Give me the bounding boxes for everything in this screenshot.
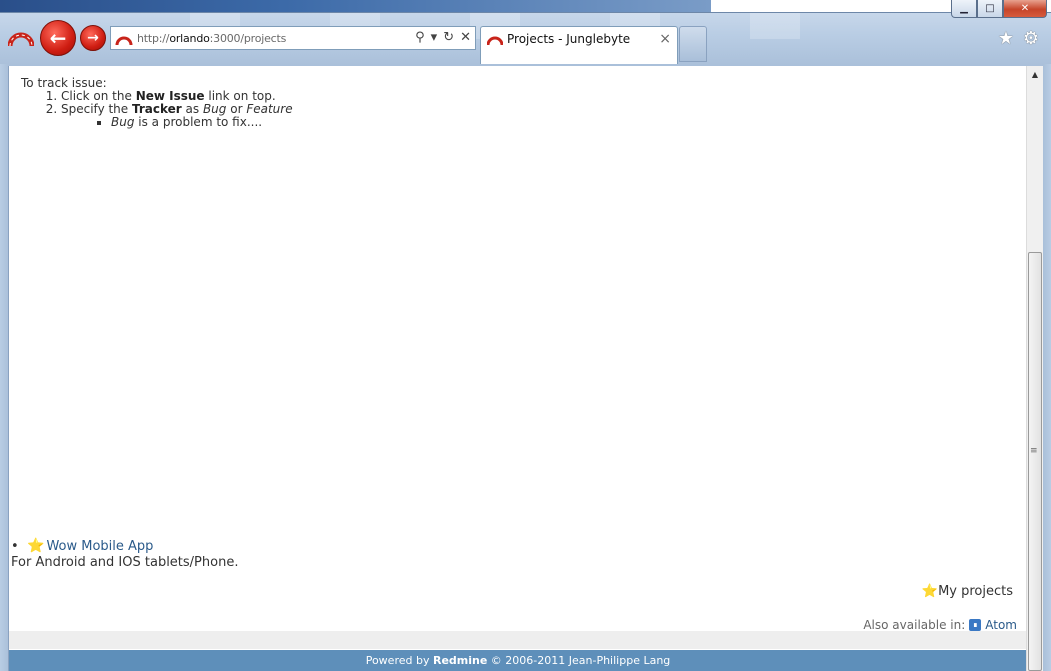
project-description: For Android and IOS tablets/Phone.: [11, 555, 239, 570]
intro-text: To track issue:: [21, 76, 107, 90]
vertical-scrollbar[interactable]: ▲ ≡: [1026, 66, 1043, 671]
page-footer: Powered by Redmine © 2006-2011 Jean-Phil…: [9, 650, 1027, 671]
star-icon: ⭐: [27, 538, 45, 554]
maximize-button[interactable]: □: [977, 0, 1003, 18]
tab-close-icon[interactable]: ×: [659, 31, 671, 47]
redmine-link[interactable]: Redmine: [433, 654, 487, 667]
welcome-text: To track issue: Click on the New Issue l…: [21, 76, 1011, 129]
bullet: •: [11, 539, 19, 554]
arrow-right-icon: →: [87, 30, 99, 46]
gear-icon[interactable]: ⚙: [1023, 28, 1039, 49]
search-icon[interactable]: ⚲: [415, 30, 425, 45]
back-button[interactable]: ←: [40, 20, 76, 56]
also-available-label: Also available in:: [863, 618, 966, 632]
chevron-down-icon[interactable]: ▾: [431, 30, 438, 45]
address-bar[interactable]: http://orlando:3000/projects ⚲ ▾ ↻ ✕: [110, 26, 476, 50]
refresh-icon[interactable]: ↻: [443, 30, 454, 45]
instruction-step: Specify the Tracker as Bug or Feature Bu…: [61, 103, 1011, 129]
url-text: http://orlando:3000/projects: [137, 31, 287, 45]
scrollbar-grip-icon: ≡: [1030, 446, 1037, 456]
rss-feed-icon: ∎: [969, 619, 982, 631]
site-favicon-icon: [115, 36, 133, 46]
new-tab-button[interactable]: [679, 26, 707, 62]
tab-title: Projects - Junglebyte: [507, 32, 631, 46]
forward-button[interactable]: →: [80, 25, 106, 51]
tab-projects[interactable]: Projects - Junglebyte ×: [480, 26, 678, 64]
my-projects-label: My projects: [938, 584, 1013, 599]
redmine-logo-icon: [8, 32, 34, 47]
scrollbar-thumb[interactable]: [1028, 252, 1042, 671]
content-bottom-band: [9, 631, 1027, 649]
instructions-list: Click on the New Issue link on top. Spec…: [61, 90, 1011, 129]
sub-list-item: Bug is a problem to fix....: [111, 116, 1011, 129]
stop-icon[interactable]: ✕: [460, 30, 471, 45]
atom-link[interactable]: Atom: [985, 618, 1017, 632]
window-frame-right: [1043, 64, 1051, 671]
scroll-up-arrow-icon[interactable]: ▲: [1027, 66, 1043, 82]
other-formats: Also available in: ∎ Atom: [863, 618, 1017, 632]
tab-favicon-icon: [487, 36, 503, 46]
minimize-button[interactable]: ▁: [951, 0, 977, 18]
my-projects-legend: ⭐My projects: [922, 584, 1013, 599]
close-window-button[interactable]: ✕: [1003, 0, 1047, 18]
sub-list: Bug is a problem to fix....: [111, 116, 1011, 129]
arrow-left-icon: ←: [49, 26, 67, 50]
favorites-star-icon[interactable]: ★: [998, 28, 1014, 49]
window-controls: ▁ □ ✕: [951, 0, 1047, 20]
project-list-item: • ⭐ Wow Mobile App For Android and IOS tab…: [11, 538, 238, 570]
project-link[interactable]: Wow Mobile App: [46, 539, 153, 554]
star-icon: ⭐: [921, 584, 939, 599]
page-viewport: To track issue: Click on the New Issue l…: [8, 66, 1043, 671]
